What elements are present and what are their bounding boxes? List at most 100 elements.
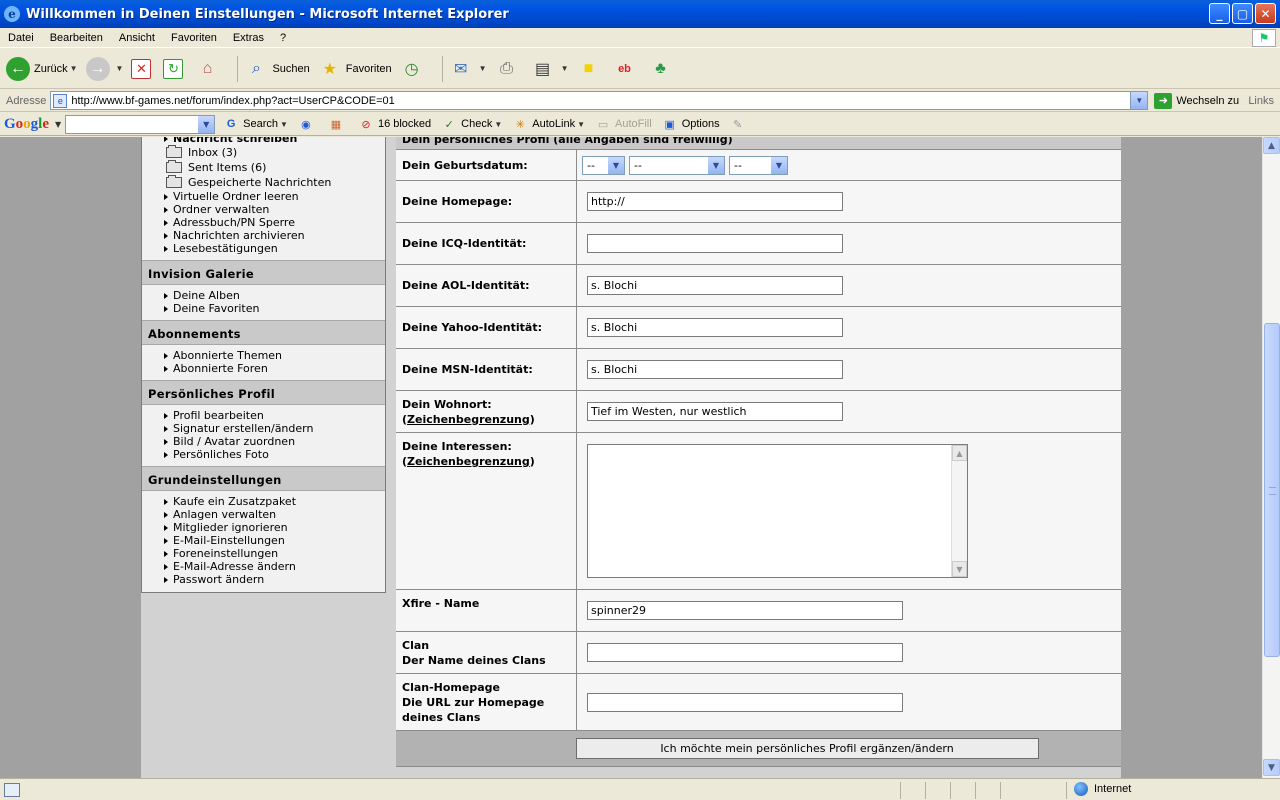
mail-button[interactable]: ✉ ▼ (449, 57, 487, 81)
menu-favoriten[interactable]: Favoriten (163, 32, 225, 44)
scroll-down-icon[interactable]: ▼ (1263, 759, 1280, 776)
menu-help[interactable]: ? (272, 32, 294, 44)
yahoo-input[interactable]: s. Blochi (587, 318, 843, 337)
back-button[interactable]: ← Zurück ▼ (6, 56, 78, 81)
favorites-button[interactable]: ★ Favoriten (318, 57, 392, 81)
birthday-month-select[interactable]: -- ▼ (629, 155, 725, 175)
autofill-button[interactable]: ▭ AutoFill (595, 116, 652, 132)
print-button[interactable]: ⎙ (495, 57, 523, 81)
google-news-button[interactable]: ◉ (298, 116, 318, 132)
popup-blocker-button[interactable]: ⊘ 16 blocked (358, 116, 431, 132)
google-logo[interactable]: Google (4, 116, 49, 133)
menu-extras[interactable]: Extras (225, 32, 272, 44)
back-dropdown-icon[interactable]: ▼ (70, 64, 78, 73)
birthday-year-select[interactable]: -- ▼ (729, 155, 788, 175)
links-button[interactable]: Links (1248, 95, 1274, 107)
birthday-label: Dein Geburtsdatum: (396, 150, 577, 180)
autolink-button[interactable]: ✳ AutoLink ▼ (512, 116, 585, 132)
sidebar-item-avatar[interactable]: Bild / Avatar zuordnen (164, 435, 385, 448)
sidebar-item-buy-package[interactable]: Kaufe ein Zusatzpaket (164, 495, 385, 508)
sidebar-item-ignore-members[interactable]: Mitglieder ignorieren (164, 521, 385, 534)
spellcheck-button[interactable]: ✓ Check ▼ (441, 116, 503, 132)
edit-button[interactable]: ▤ ▼ (531, 57, 569, 81)
menu-datei[interactable]: Datei (0, 32, 42, 44)
pagerank-button[interactable]: ▦ (328, 116, 348, 132)
clan-input[interactable] (587, 643, 903, 662)
google-search-dropdown-icon[interactable]: ▼ (198, 115, 215, 133)
highlight-button[interactable]: ✎ (730, 116, 750, 132)
interests-limit-link[interactable]: Zeichenbegrenzung (407, 455, 530, 468)
sidebar-item-subscribed-forums[interactable]: Abonnierte Foren (164, 362, 385, 375)
homepage-input[interactable]: http:// (587, 192, 843, 211)
home-button[interactable]: ⌂ (195, 57, 223, 81)
toolbar-separator (237, 55, 239, 82)
sidebar-item-compose[interactable]: Nachricht schreiben (164, 137, 385, 145)
sidebar-item-edit-profile[interactable]: Profil bearbeiten (164, 409, 385, 422)
sidebar-item-photo[interactable]: Persönliches Foto (164, 448, 385, 461)
textarea-scrollbar[interactable]: ▲ ▼ (951, 445, 967, 577)
stop-button[interactable]: ✕ (131, 58, 155, 79)
mail-dropdown-icon[interactable]: ▼ (479, 64, 487, 73)
msn-input[interactable]: s. Blochi (587, 360, 843, 379)
sidebar-item-archive[interactable]: Nachrichten archivieren (164, 229, 385, 242)
aol-input[interactable]: s. Blochi (587, 276, 843, 295)
scroll-down-icon[interactable]: ▼ (952, 561, 967, 577)
refresh-button[interactable]: ↻ (163, 58, 187, 79)
interests-textarea[interactable]: ▲ ▼ (587, 444, 968, 578)
search-button[interactable]: ⌕ Suchen (244, 57, 310, 81)
google-search-button[interactable]: G Search ▼ (223, 116, 288, 132)
menu-ansicht[interactable]: Ansicht (111, 32, 163, 44)
sidebar-item-email-settings[interactable]: E-Mail-Einstellungen (164, 534, 385, 547)
sidebar-item-address-book[interactable]: Adressbuch/PN Sperre (164, 216, 385, 229)
forward-dropdown-icon[interactable]: ▼ (116, 64, 124, 73)
sidebar-item-read-receipts[interactable]: Lesebestätigungen (164, 242, 385, 255)
sidebar-item-empty-folders[interactable]: Virtuelle Ordner leeren (164, 190, 385, 203)
sidebar-item-change-email[interactable]: E-Mail-Adresse ändern (164, 560, 385, 573)
google-search-options-icon[interactable]: ▼ (280, 120, 288, 129)
messenger-button[interactable]: ♣ (648, 57, 676, 81)
forward-button[interactable]: → ▼ (85, 56, 124, 81)
sidebar-item-forum-settings[interactable]: Foreneinstellungen (164, 547, 385, 560)
menu-bearbeiten[interactable]: Bearbeiten (42, 32, 111, 44)
birthday-day-select[interactable]: -- ▼ (582, 155, 625, 175)
folder-icon (166, 145, 182, 158)
sidebar-folder-sent[interactable]: Sent Items (6) (164, 160, 385, 175)
menu-bar: Datei Bearbeiten Ansicht Favoriten Extra… (0, 28, 1280, 48)
go-button[interactable]: ➜ Wechseln zu (1154, 92, 1239, 109)
scrollbar-thumb[interactable] (1264, 323, 1280, 657)
submit-profile-button[interactable]: Ich möchte mein persönliches Profil ergä… (575, 738, 1039, 759)
clan-homepage-input[interactable] (587, 692, 903, 712)
spellcheck-dropdown-icon[interactable]: ▼ (494, 120, 502, 129)
sidebar-folder-inbox[interactable]: Inbox (3) (164, 145, 385, 160)
icq-input[interactable] (587, 234, 843, 253)
ebay-button[interactable]: eb (612, 57, 640, 81)
bullet-arrow-icon (164, 498, 168, 505)
location-limit-link[interactable]: Zeichenbegrenzung (407, 413, 530, 426)
notes-button[interactable]: ■ (576, 57, 604, 81)
sidebar-item-subscribed-topics[interactable]: Abonnierte Themen (164, 349, 385, 362)
xfire-input[interactable]: spinner29 (587, 601, 903, 620)
edit-dropdown-icon[interactable]: ▼ (561, 64, 569, 73)
close-button[interactable]: ✕ (1255, 3, 1276, 24)
google-menu-dropdown-icon[interactable]: ▼ (55, 120, 61, 129)
sidebar-item-manage-folders[interactable]: Ordner verwalten (164, 203, 385, 216)
sidebar-folder-saved[interactable]: Gespeicherte Nachrichten (164, 175, 385, 190)
sidebar-item-signature[interactable]: Signatur erstellen/ändern (164, 422, 385, 435)
history-button[interactable]: ◷ (400, 57, 428, 81)
sidebar-item-gallery-favorites[interactable]: Deine Favoriten (164, 302, 385, 315)
bullet-arrow-icon (164, 524, 168, 531)
minimize-button[interactable]: _ (1209, 3, 1230, 24)
google-options-button[interactable]: ▣ Options (662, 116, 720, 132)
scroll-up-icon[interactable]: ▲ (1263, 137, 1280, 154)
google-search-input[interactable]: ▼ (65, 114, 216, 134)
address-input[interactable]: e http://www.bf-games.net/forum/index.ph… (50, 91, 1149, 110)
maximize-button[interactable]: ▢ (1232, 3, 1253, 24)
sidebar-item-albums[interactable]: Deine Alben (164, 289, 385, 302)
scroll-up-icon[interactable]: ▲ (952, 445, 967, 461)
autolink-dropdown-icon[interactable]: ▼ (577, 120, 585, 129)
page-scrollbar[interactable]: ▲ ▼ (1262, 137, 1280, 778)
location-input[interactable]: Tief im Westen, nur westlich (587, 402, 843, 421)
address-dropdown-icon[interactable]: ▼ (1130, 92, 1148, 109)
sidebar-item-change-password[interactable]: Passwort ändern (164, 573, 385, 586)
sidebar-item-attachments[interactable]: Anlagen verwalten (164, 508, 385, 521)
